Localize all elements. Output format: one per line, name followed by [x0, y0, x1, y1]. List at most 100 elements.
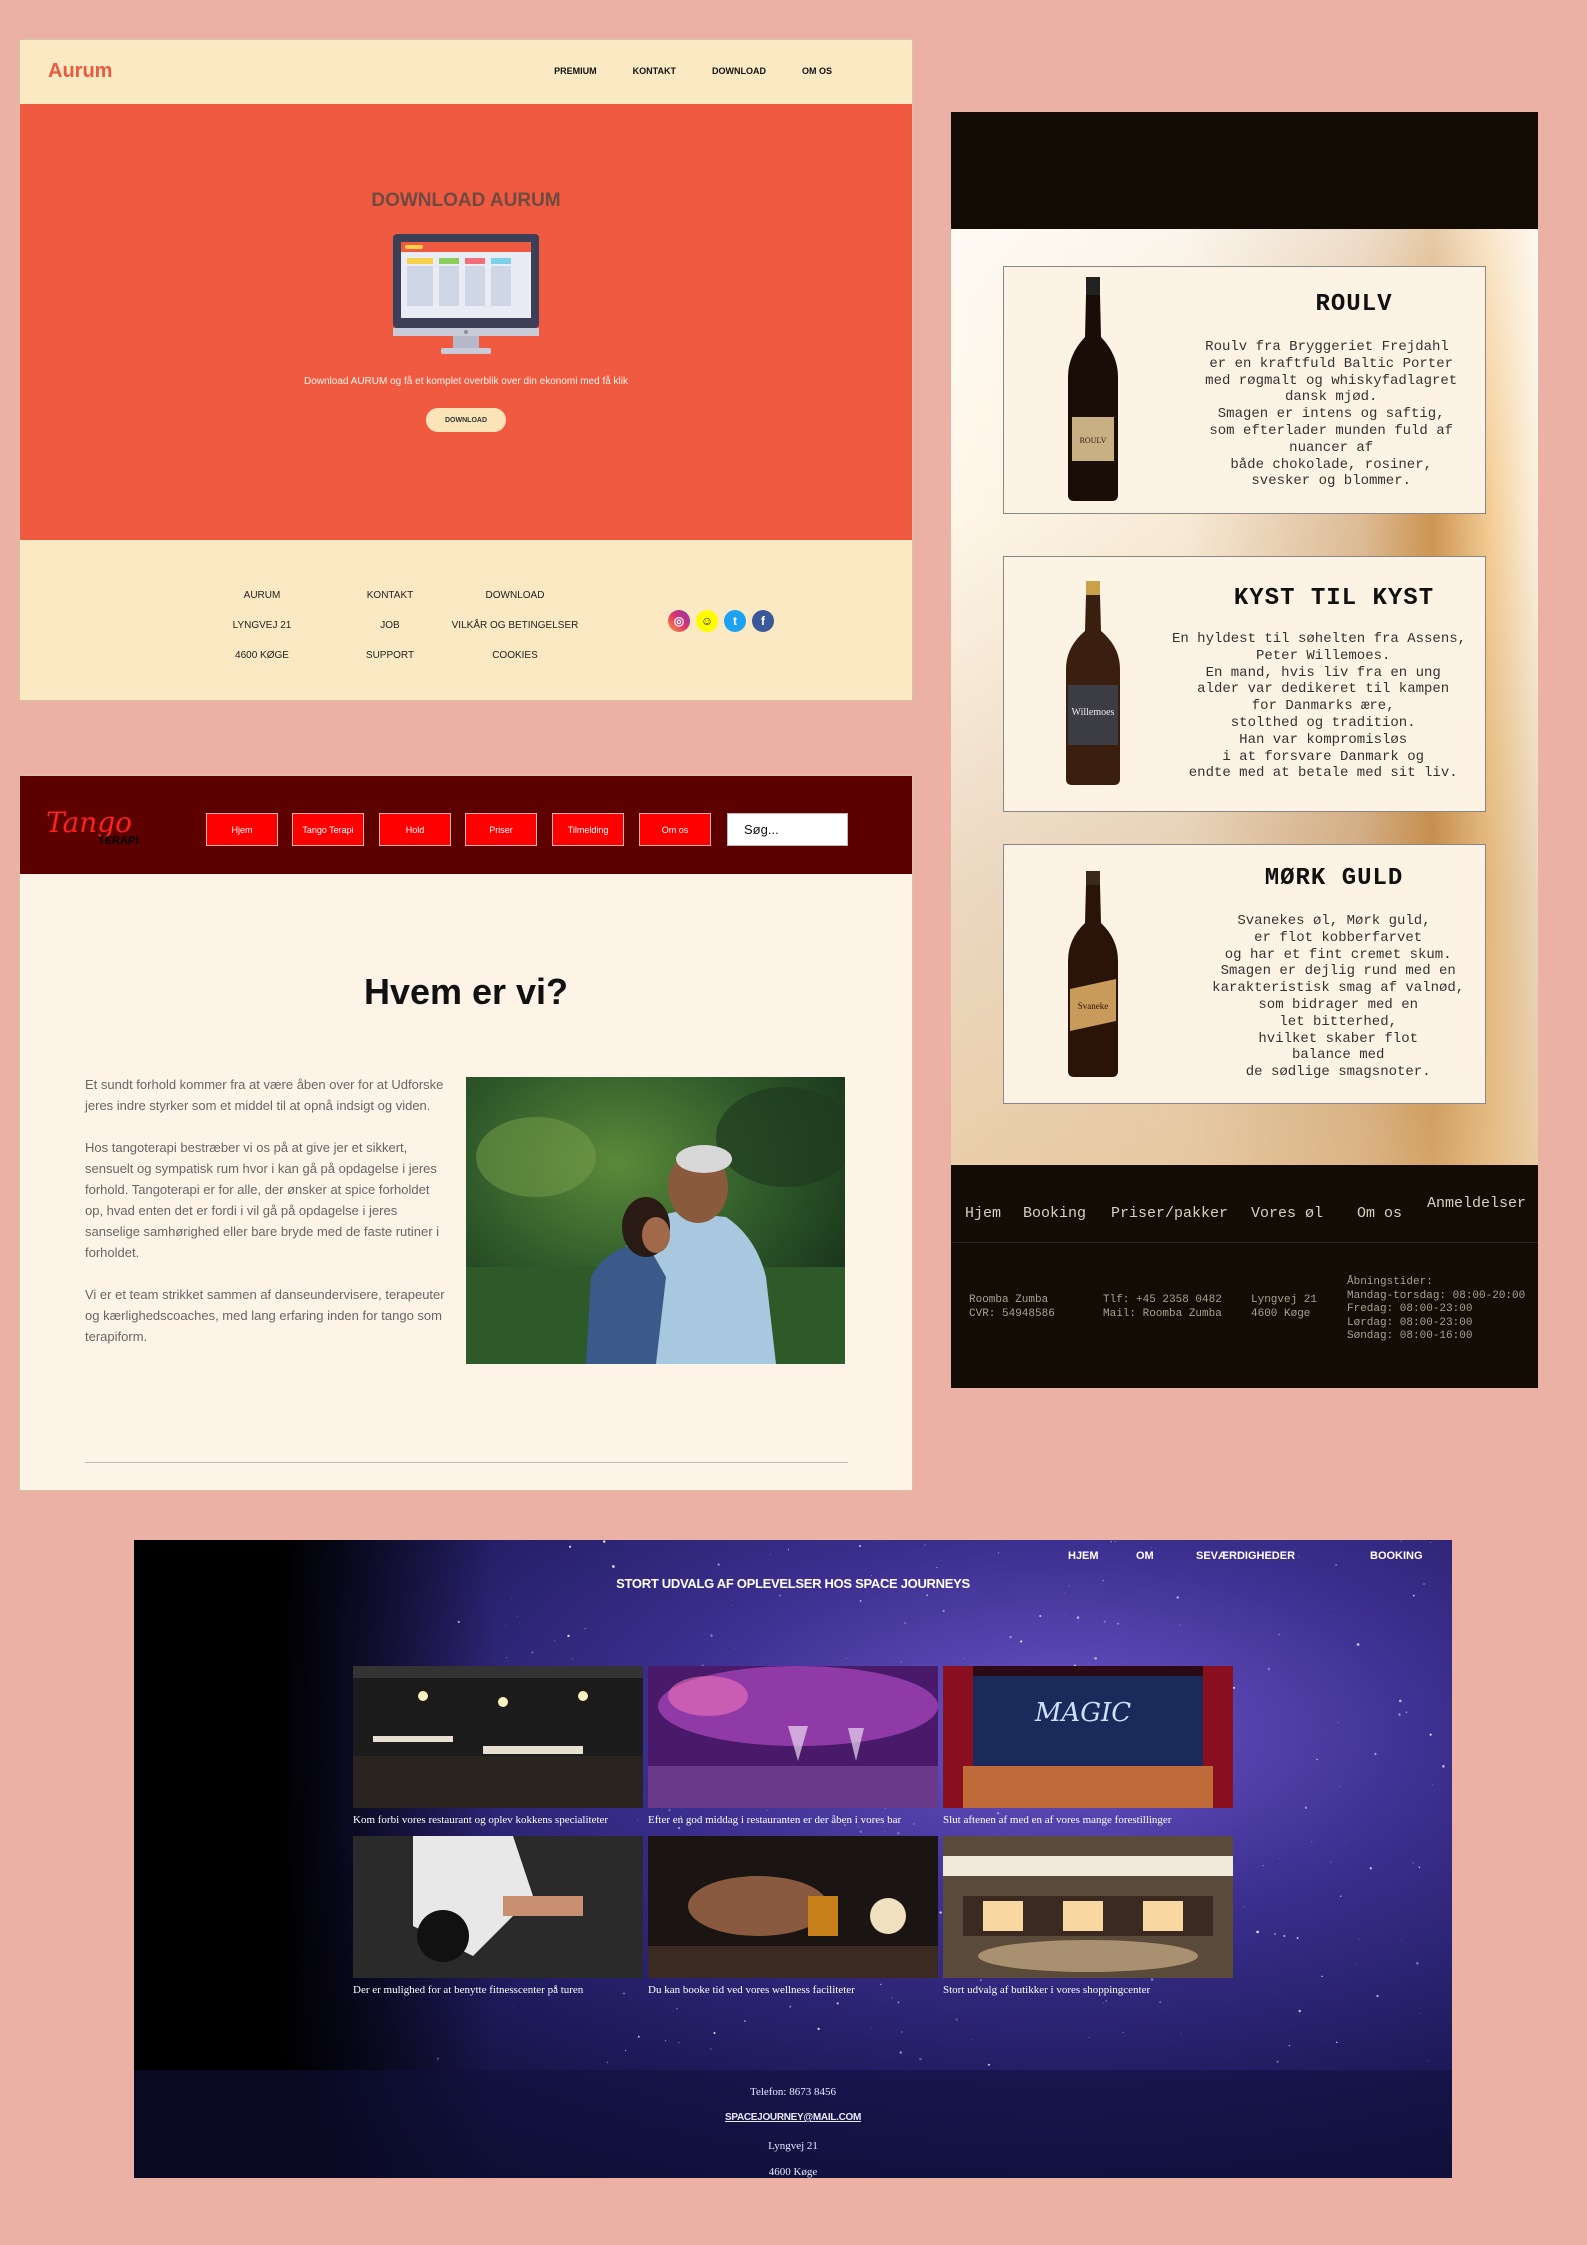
tango-nav-hjem[interactable]: Hjem — [206, 813, 278, 846]
space-nav-om[interactable]: OM — [1136, 1550, 1154, 1562]
aurum-site-panel: Aurum PREMIUM KONTAKT DOWNLOAD OM OS DOW… — [20, 40, 912, 700]
tango-nav-tilmelding[interactable]: Tilmelding — [552, 813, 624, 846]
beer-site-panel: ROULV ROULV Roulv fra Bryggeriet Frejdah… — [951, 112, 1538, 1388]
aurum-footer-link-kontakt[interactable]: KONTAKT — [340, 590, 440, 620]
theater-show-photo[interactable]: MAGIC — [943, 1666, 1233, 1808]
aurum-nav-premium[interactable]: PREMIUM — [554, 66, 597, 76]
space-nav-hjem[interactable]: HJEM — [1068, 1550, 1099, 1562]
aurum-footer-col-3: DOWNLOAD VILKÅR OG BETINGELSER COOKIES — [440, 590, 590, 680]
aurum-footer-link-download[interactable]: DOWNLOAD — [440, 590, 590, 620]
aurum-footer-link-terms[interactable]: VILKÅR OG BETINGELSER — [440, 620, 590, 650]
tango-logo[interactable]: Tango TERAPI — [44, 802, 164, 848]
theater-show-sign: MAGIC — [1034, 1698, 1131, 1728]
aurum-nav-kontakt[interactable]: KONTAKT — [633, 66, 676, 76]
aurum-nav: PREMIUM KONTAKT DOWNLOAD OM OS — [518, 66, 832, 76]
tango-paragraph: Vi er et team strikket sammen af danseun… — [85, 1287, 445, 1344]
aurum-footer-link-job[interactable]: JOB — [340, 620, 440, 650]
tango-nav-hold[interactable]: Hold — [379, 813, 451, 846]
beer-info-company: Roomba Zumba CVR: 54948586 — [969, 1294, 1055, 1320]
bar-photo[interactable] — [648, 1666, 938, 1808]
beer-nav-om-os[interactable]: Om os — [1357, 1205, 1402, 1222]
beer-info-hours: Åbningstider: Mandag-torsdag: 08:00-20:0… — [1347, 1276, 1526, 1342]
beer-nav-priser[interactable]: Priser/pakker — [1111, 1205, 1228, 1222]
beer-card-moerk-guld: Svaneke MØRK GULD Svanekes øl, Mørk guld… — [1003, 844, 1486, 1104]
tango-text-block: Et sundt forhold kommer fra at være åben… — [85, 1074, 445, 1368]
tango-nav-priser[interactable]: Priser — [465, 813, 537, 846]
willemoes-bottle-label: Willemoes — [1072, 707, 1115, 718]
monitor-illustration — [393, 234, 539, 354]
couple-embrace-photo — [466, 1077, 845, 1364]
beer-info-address: Lyngvej 21 4600 Køge — [1251, 1294, 1318, 1320]
tango-logo-sub: TERAPI — [98, 835, 138, 847]
tile-caption-show: Slut aftenen af med en af vores mange fo… — [943, 1814, 1172, 1826]
space-footer-street: Lyngvej 21 — [768, 2140, 818, 2152]
aurum-footer-name: AURUM — [243, 590, 281, 601]
beer-text-kyst-til-kyst: En hyldest til søhelten fra Assens, Pete… — [1171, 631, 1467, 782]
restaurant-photo[interactable] — [353, 1666, 643, 1808]
beer-nav-anmeldelser[interactable]: Anmeldelser — [1427, 1195, 1526, 1212]
tile-caption-wellness: Du kan booke tid ved vores wellness faci… — [648, 1984, 855, 1996]
aurum-header: Aurum PREMIUM KONTAKT DOWNLOAD OM OS — [20, 40, 912, 104]
aurum-footer-link-cookies[interactable]: COOKIES — [440, 650, 590, 680]
svaneke-bottle-label: Svaneke — [1078, 1001, 1109, 1011]
tile-caption-bar: Efter en god middag i restauranten er de… — [648, 1814, 902, 1826]
fitness-photo[interactable] — [353, 1836, 643, 1978]
facebook-icon[interactable]: f — [752, 610, 774, 632]
tango-paragraph: Et sundt forhold kommer fra at være åben… — [85, 1077, 444, 1113]
space-nav: HJEM OM SEVÆRDIGHEDER BOOKING — [1036, 1550, 1436, 1570]
willemoes-bottle-image: Willemoes — [1066, 581, 1120, 785]
aurum-nav-download[interactable]: DOWNLOAD — [712, 66, 766, 76]
space-footer-phone: Telefon: 8673 8456 — [750, 2086, 836, 2098]
roulv-bottle-label: ROULV — [1080, 436, 1107, 445]
tango-paragraph: Hos tangoterapi bestræber vi os på at gi… — [85, 1140, 440, 1260]
beer-info-contact: Tlf: +45 2358 0482 Mail: Roomba Zumba — [1103, 1294, 1222, 1320]
beer-card-kyst-til-kyst: Willemoes KYST TIL KYST En hyldest til s… — [1003, 556, 1486, 812]
roulv-bottle-image: ROULV — [1068, 277, 1118, 501]
snapchat-icon[interactable]: ☺ — [696, 610, 718, 632]
aurum-hero-text: Download AURUM og få et komplet overblik… — [303, 376, 629, 387]
aurum-footer-link-support[interactable]: SUPPORT — [340, 650, 440, 680]
aurum-footer-col-2: KONTAKT JOB SUPPORT — [340, 590, 440, 680]
space-footer: Telefon: 8673 8456 SPACEJOURNEY@MAIL.COM… — [134, 2070, 1452, 2178]
instagram-icon[interactable]: ◎ — [668, 610, 690, 632]
tile-caption-fitness: Der er mulighed for at benytte fitnessce… — [353, 1984, 584, 1996]
space-footer-email[interactable]: SPACEJOURNEY@MAIL.COM — [134, 2112, 1452, 2123]
space-footer-city: 4600 Køge — [768, 2166, 818, 2178]
aurum-nav-om-os[interactable]: OM OS — [802, 66, 832, 76]
tile-caption-shopping: Stort udvalg af butikker i vores shoppin… — [943, 1984, 1151, 1996]
wellness-photo[interactable] — [648, 1836, 938, 1978]
beer-nav-booking[interactable]: Booking — [1023, 1205, 1086, 1222]
space-heading: STORT UDVALG AF OPLEVELSER HOS SPACE JOU… — [616, 1576, 970, 1591]
aurum-logo[interactable]: Aurum — [48, 60, 112, 83]
tango-divider — [85, 1462, 848, 1463]
beer-title-kyst-til-kyst: KYST TIL KYST — [1233, 585, 1435, 612]
tango-nav-om-os[interactable]: Om os — [639, 813, 711, 846]
svaneke-bottle-image: Svaneke — [1068, 871, 1118, 1077]
tango-search-input[interactable]: Søg... — [727, 813, 848, 846]
beer-title-moerk-guld: MØRK GULD — [1264, 865, 1404, 892]
aurum-download-button[interactable]: DOWNLOAD — [426, 408, 506, 432]
beer-nav-hjem[interactable]: Hjem — [965, 1205, 1001, 1222]
beer-title-roulv: ROULV — [1315, 291, 1393, 318]
tile-caption-restaurant: Kom forbi vores restaurant og oplev kokk… — [353, 1814, 609, 1826]
beer-nav-vores-oel[interactable]: Vores øl — [1251, 1205, 1323, 1222]
space-nav-sevaerdigheder[interactable]: SEVÆRDIGHEDER — [1196, 1550, 1295, 1562]
beer-text-roulv: Roulv fra Bryggeriet Frejdahl er en kraf… — [1205, 339, 1458, 490]
space-journeys-panel: HJEM OM SEVÆRDIGHEDER BOOKING STORT UDVA… — [134, 1540, 1452, 2178]
aurum-footer-col-1: AURUM LYNGVEJ 21 4600 KØGE — [212, 590, 312, 680]
tango-site-panel: Tango TERAPI Hjem Tango Terapi Hold Pris… — [20, 776, 912, 1490]
space-nav-booking[interactable]: BOOKING — [1370, 1550, 1423, 1562]
twitter-icon[interactable]: t — [724, 610, 746, 632]
beer-text-moerk-guld: Svanekes øl, Mørk guld, er flot kobberfa… — [1212, 913, 1465, 1081]
aurum-footer-street: LYNGVEJ 21 — [232, 620, 292, 631]
shopping-center-photo[interactable] — [943, 1836, 1233, 1978]
aurum-hero-title: DOWNLOAD AURUM — [371, 190, 561, 211]
tango-nav-tango-terapi[interactable]: Tango Terapi — [292, 813, 364, 846]
tango-header: Tango TERAPI Hjem Tango Terapi Hold Pris… — [20, 776, 912, 874]
beer-nav: Hjem Booking Priser/pakker Vores øl Om o… — [951, 1165, 1538, 1243]
beer-card-roulv: ROULV ROULV Roulv fra Bryggeriet Frejdah… — [1003, 266, 1486, 514]
aurum-footer: AURUM LYNGVEJ 21 4600 KØGE KONTAKT JOB S… — [20, 540, 912, 700]
aurum-hero: DOWNLOAD AURUM Download AURUM og få et k… — [20, 104, 912, 540]
aurum-footer-city: 4600 KØGE — [235, 650, 289, 661]
tango-heading: Hvem er vi? — [363, 971, 569, 1012]
